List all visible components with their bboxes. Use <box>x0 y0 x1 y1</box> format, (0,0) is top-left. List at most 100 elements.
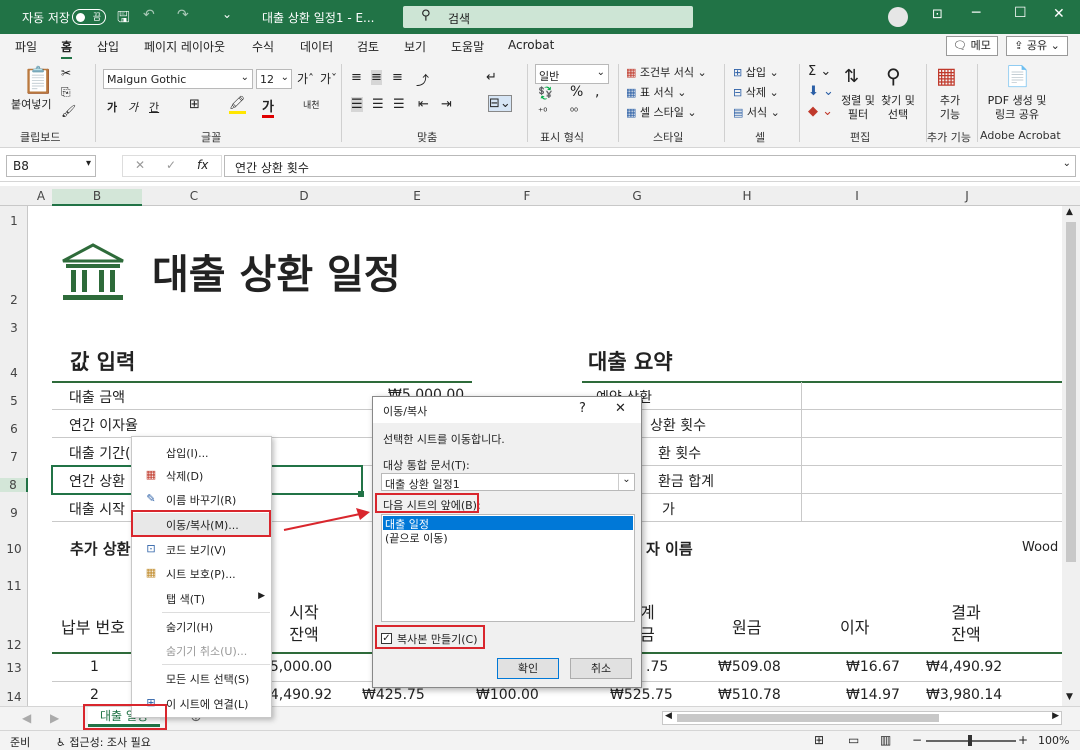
border-icon[interactable]: ⊞ <box>189 97 200 112</box>
tab-acrobat[interactable]: Acrobat <box>508 38 554 52</box>
memo-button[interactable]: 🗨 메모 <box>946 36 998 56</box>
normal-view-icon[interactable]: ⊞ <box>814 733 824 747</box>
cancel-icon[interactable]: ✕ <box>135 158 145 172</box>
fill-icon[interactable]: ⬇ ⌄ <box>808 84 834 99</box>
zoom-out-icon[interactable]: − <box>912 733 922 747</box>
clear-icon[interactable]: ◆ ⌄ <box>808 104 833 119</box>
align-bottom-icon[interactable]: ≡ <box>392 70 403 85</box>
zoom-in-icon[interactable]: + <box>1018 733 1028 747</box>
paste-button[interactable]: 붙여넣기 <box>11 96 51 112</box>
font-color-icon[interactable]: 가 <box>262 96 274 118</box>
pdf-icon[interactable]: 📄 <box>1005 64 1030 88</box>
col-b[interactable]: B <box>52 189 142 206</box>
cell-style-button[interactable]: ▦ 셀 스타일 ⌄ <box>626 104 697 120</box>
comma-icon[interactable]: , <box>595 84 599 100</box>
font-size-select[interactable]: 12 ⌄ <box>256 69 292 89</box>
row-10[interactable]: 10 <box>0 542 28 556</box>
col-e[interactable]: E <box>362 189 472 203</box>
save-icon[interactable]: 🖫 <box>117 7 130 32</box>
wrap-text-icon[interactable]: ↵ <box>486 70 497 85</box>
share-button[interactable]: ⇪ 공유 ⌄ <box>1006 36 1068 56</box>
number-format-select[interactable]: 일반 ⌄ <box>535 64 609 84</box>
increase-indent-icon[interactable]: ⇥ <box>441 97 452 112</box>
undo-icon[interactable]: ↶ <box>143 7 155 23</box>
underline-button[interactable]: 간 <box>149 99 159 115</box>
fill-color-icon[interactable]: 🖍 <box>229 96 246 114</box>
insert-cells-button[interactable]: ⊞ 삽입 ⌄ <box>733 64 779 80</box>
autosave-toggle[interactable]: 끔 <box>72 9 106 25</box>
percent-icon[interactable]: % <box>570 84 583 100</box>
row-1[interactable]: 1 <box>0 214 28 228</box>
menu-item-select-all[interactable]: 모든 시트 선택(S) <box>132 667 271 689</box>
tab-insert[interactable]: 삽입 <box>97 38 119 55</box>
bold-button[interactable]: 가 <box>107 99 117 115</box>
sort-filter-icon[interactable]: ⇅ <box>844 66 859 87</box>
prev-sheet-icon[interactable]: ◀ <box>22 711 31 725</box>
tab-help[interactable]: 도움말 <box>451 38 484 55</box>
col-f[interactable]: F <box>472 189 582 203</box>
col-h[interactable]: H <box>692 189 802 203</box>
decrease-indent-icon[interactable]: ⇤ <box>418 97 429 112</box>
formula-input[interactable]: 연간 상환 횟수 ⌄ <box>224 155 1076 177</box>
phonetic-icon[interactable]: 내천 <box>303 98 320 111</box>
format-painter-icon[interactable]: 🖌 <box>61 104 76 118</box>
conditional-format-button[interactable]: ▦ 조건부 서식 ⌄ <box>626 64 707 80</box>
menu-item-view-code[interactable]: ⊡ 코드 보기(V) <box>132 538 271 560</box>
addins-button[interactable]: 추가 기능 <box>936 94 964 122</box>
align-right-icon[interactable]: ☰ <box>393 97 405 112</box>
col-a[interactable]: A <box>30 189 52 203</box>
list-item[interactable]: (끝으로 이동) <box>383 530 633 545</box>
col-i[interactable]: I <box>802 189 912 203</box>
col-j[interactable]: J <box>912 189 1022 203</box>
row-9[interactable]: 9 <box>0 506 28 520</box>
tab-review[interactable]: 검토 <box>357 38 379 55</box>
decrease-decimal-icon[interactable]: ⁰⁰ <box>570 107 578 118</box>
shrink-font-icon[interactable]: 가ˇ <box>320 70 337 87</box>
find-icon[interactable]: ⚲ <box>886 64 901 88</box>
table-format-button[interactable]: ▦ 표 서식 ⌄ <box>626 84 686 100</box>
list-item[interactable]: 대출 일정 <box>383 516 633 531</box>
page-break-icon[interactable]: ▥ <box>880 733 891 747</box>
copy-icon[interactable]: ⎘ <box>61 85 71 100</box>
tab-page-layout[interactable]: 페이지 레이아웃 <box>144 38 225 55</box>
dialog-close-icon[interactable]: ✕ <box>615 401 626 416</box>
enter-icon[interactable]: ✓ <box>166 158 176 172</box>
vertical-scrollbar[interactable]: ▲ ▼ <box>1062 206 1080 706</box>
maximize-icon[interactable]: ☐ <box>1014 5 1027 21</box>
help-icon[interactable]: ? <box>579 401 586 416</box>
col-d[interactable]: D <box>246 189 362 203</box>
grow-font-icon[interactable]: 가ˆ <box>297 70 314 87</box>
currency-icon[interactable]: 💱 <box>538 86 553 100</box>
menu-item-delete[interactable]: ▦ 삭제(D) <box>132 464 271 486</box>
col-g[interactable]: G <box>582 189 692 203</box>
tab-file[interactable]: 파일 <box>15 38 37 55</box>
merge-center-icon[interactable]: ⊟⌄ <box>488 95 512 112</box>
row-2[interactable]: 2 <box>0 293 28 307</box>
create-pdf-button[interactable]: PDF 생성 및 링크 공유 <box>984 94 1050 122</box>
align-left-icon[interactable]: ☰ <box>351 97 363 112</box>
addins-icon[interactable]: ▦ <box>936 64 957 89</box>
row-7[interactable]: 7 <box>0 450 28 464</box>
menu-item-insert[interactable]: 삽입(I)... <box>132 441 271 463</box>
horizontal-scrollbar[interactable]: ◀ ▶ <box>662 711 1062 725</box>
minimize-icon[interactable]: ─ <box>972 5 980 21</box>
menu-item-tab-color[interactable]: 탭 색(T) ▶ <box>132 587 271 609</box>
orientation-icon[interactable]: ⤴ <box>416 70 429 89</box>
row-12[interactable]: 12 <box>0 638 28 652</box>
delete-cells-button[interactable]: ⊟ 삭제 ⌄ <box>733 84 779 100</box>
name-box[interactable]: B8 ▾ <box>6 155 96 177</box>
row-14[interactable]: 14 <box>0 690 28 704</box>
paste-icon[interactable]: 📋 <box>22 66 54 96</box>
sort-filter-button[interactable]: 정렬 및 필터 <box>838 94 878 122</box>
italic-button[interactable]: 가 <box>128 99 138 115</box>
row-5[interactable]: 5 <box>0 394 28 408</box>
tab-view[interactable]: 보기 <box>404 38 426 55</box>
tab-formulas[interactable]: 수식 <box>252 38 274 55</box>
redo-icon[interactable]: ↷ <box>177 7 189 23</box>
avatar[interactable] <box>888 7 908 27</box>
accessibility-status[interactable]: ♿ 접근성: 조사 필요 <box>56 734 151 750</box>
align-middle-icon[interactable]: ≡ <box>371 70 382 85</box>
customize-icon[interactable]: ⌄ <box>222 7 232 21</box>
menu-item-hide[interactable]: 숨기기(H) <box>132 615 271 637</box>
row-13[interactable]: 13 <box>0 661 28 675</box>
